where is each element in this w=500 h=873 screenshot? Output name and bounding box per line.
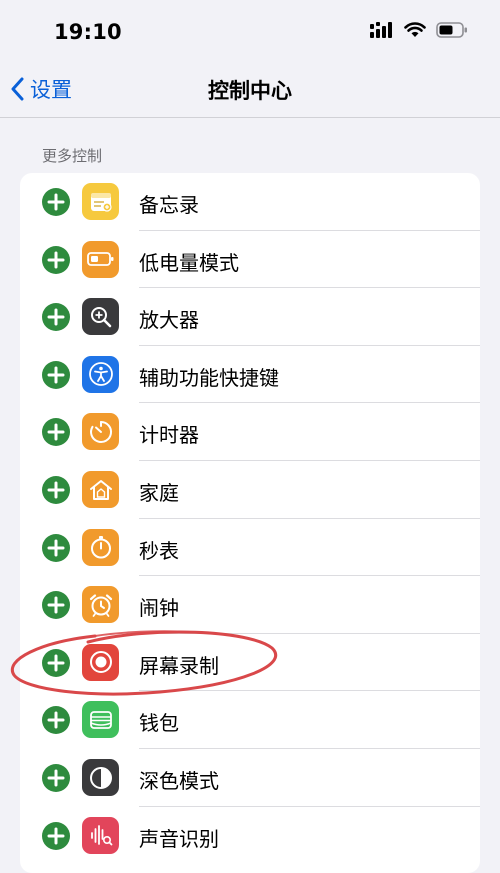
- list-item-screen-recording: 屏幕录制: [20, 634, 480, 692]
- add-button[interactable]: [42, 418, 70, 447]
- list-item-label: 屏幕录制: [139, 653, 219, 678]
- status-icons: [370, 22, 468, 42]
- add-button[interactable]: [42, 476, 70, 504]
- list-item-label: 计时器: [139, 423, 199, 448]
- screen-recording-icon: [82, 643, 119, 681]
- list-item-wallet: 钱包: [20, 691, 480, 749]
- plus-icon: [47, 251, 65, 269]
- plus-icon: [47, 308, 65, 326]
- add-button[interactable]: [42, 706, 70, 735]
- list-item-magnifier: 放大器: [20, 288, 480, 346]
- add-button[interactable]: [42, 360, 70, 389]
- accessibility-icon: [82, 355, 119, 393]
- list-item-label: 低电量模式: [139, 250, 239, 275]
- navigation-bar: 设置 控制中心: [0, 62, 500, 118]
- plus-icon: [47, 423, 65, 441]
- add-button[interactable]: [42, 648, 70, 677]
- list-item-label: 深色模式: [139, 769, 219, 793]
- plus-icon: [47, 827, 65, 845]
- wallet-icon: [82, 701, 119, 739]
- list-item-accessibility-shortcut: 辅助功能快捷键: [20, 346, 480, 404]
- home-icon: [82, 471, 119, 508]
- notes-icon: [82, 183, 119, 220]
- plus-icon: [47, 711, 65, 729]
- add-button[interactable]: [42, 591, 70, 620]
- cellular-signal-icon: [370, 22, 394, 42]
- alarm-icon: [82, 586, 119, 624]
- stopwatch-icon: [82, 528, 119, 566]
- more-controls-list: 备忘录 低电量模式 放大器 辅助功能快捷键 计时器 家庭 秒表 闹钟 屏幕录制 …: [20, 173, 480, 873]
- plus-icon: [47, 481, 65, 499]
- list-item-sound-recognition: 声音识别: [20, 807, 480, 865]
- battery-icon: [436, 22, 468, 42]
- plus-icon: [47, 366, 65, 384]
- add-button[interactable]: [42, 303, 70, 332]
- status-time: 19:10: [54, 20, 122, 44]
- plus-icon: [47, 654, 65, 672]
- page-title: 控制中心: [208, 79, 292, 103]
- low-power-battery-icon: [82, 240, 119, 278]
- sound-recognition-icon: [82, 816, 119, 854]
- list-item-dark-mode: 深色模式: [20, 749, 480, 807]
- dark-mode-icon: [82, 759, 119, 796]
- wifi-icon: [404, 22, 426, 42]
- magnifier-icon: [82, 298, 119, 336]
- list-item-label: 辅助功能快捷键: [139, 365, 279, 390]
- add-button[interactable]: [42, 188, 70, 216]
- timer-icon: [82, 413, 119, 451]
- add-button[interactable]: [42, 821, 70, 850]
- list-item-label: 放大器: [139, 308, 199, 333]
- list-item-home: 家庭: [20, 461, 480, 519]
- list-item-label: 声音识别: [139, 826, 219, 851]
- list-item-stopwatch: 秒表: [20, 519, 480, 577]
- add-button[interactable]: [42, 764, 70, 792]
- list-item-label: 备忘录: [139, 193, 199, 217]
- plus-icon: [47, 769, 65, 787]
- section-header: 更多控制: [42, 147, 103, 165]
- list-item-timer: 计时器: [20, 403, 480, 461]
- list-item-label: 钱包: [139, 711, 179, 736]
- status-bar: 19:10: [0, 0, 500, 62]
- plus-icon: [47, 596, 65, 614]
- list-item-label: 闹钟: [139, 596, 179, 621]
- list-item-low-power-mode: 低电量模式: [20, 231, 480, 289]
- list-item-alarm: 闹钟: [20, 576, 480, 634]
- list-item-label: 家庭: [139, 481, 179, 505]
- plus-icon: [47, 539, 65, 557]
- plus-icon: [47, 193, 65, 211]
- add-button[interactable]: [42, 533, 70, 562]
- list-item-notes: 备忘录: [20, 173, 480, 231]
- list-item-label: 秒表: [139, 538, 179, 563]
- add-button[interactable]: [42, 245, 70, 274]
